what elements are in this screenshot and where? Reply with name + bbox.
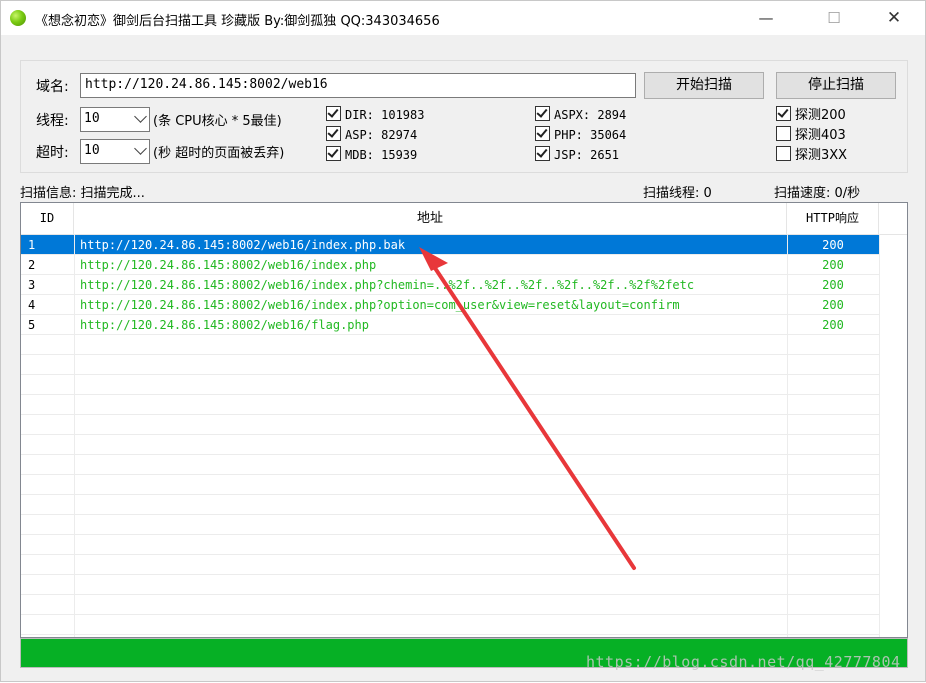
- app-window: 《想念初恋》御剑后台扫描工具 珍藏版 By:御剑孤独 QQ:343034656 …: [0, 0, 926, 682]
- arrow-shaft: [427, 257, 636, 570]
- annotation-arrow: [419, 247, 636, 570]
- arrow-head-icon: [419, 247, 448, 271]
